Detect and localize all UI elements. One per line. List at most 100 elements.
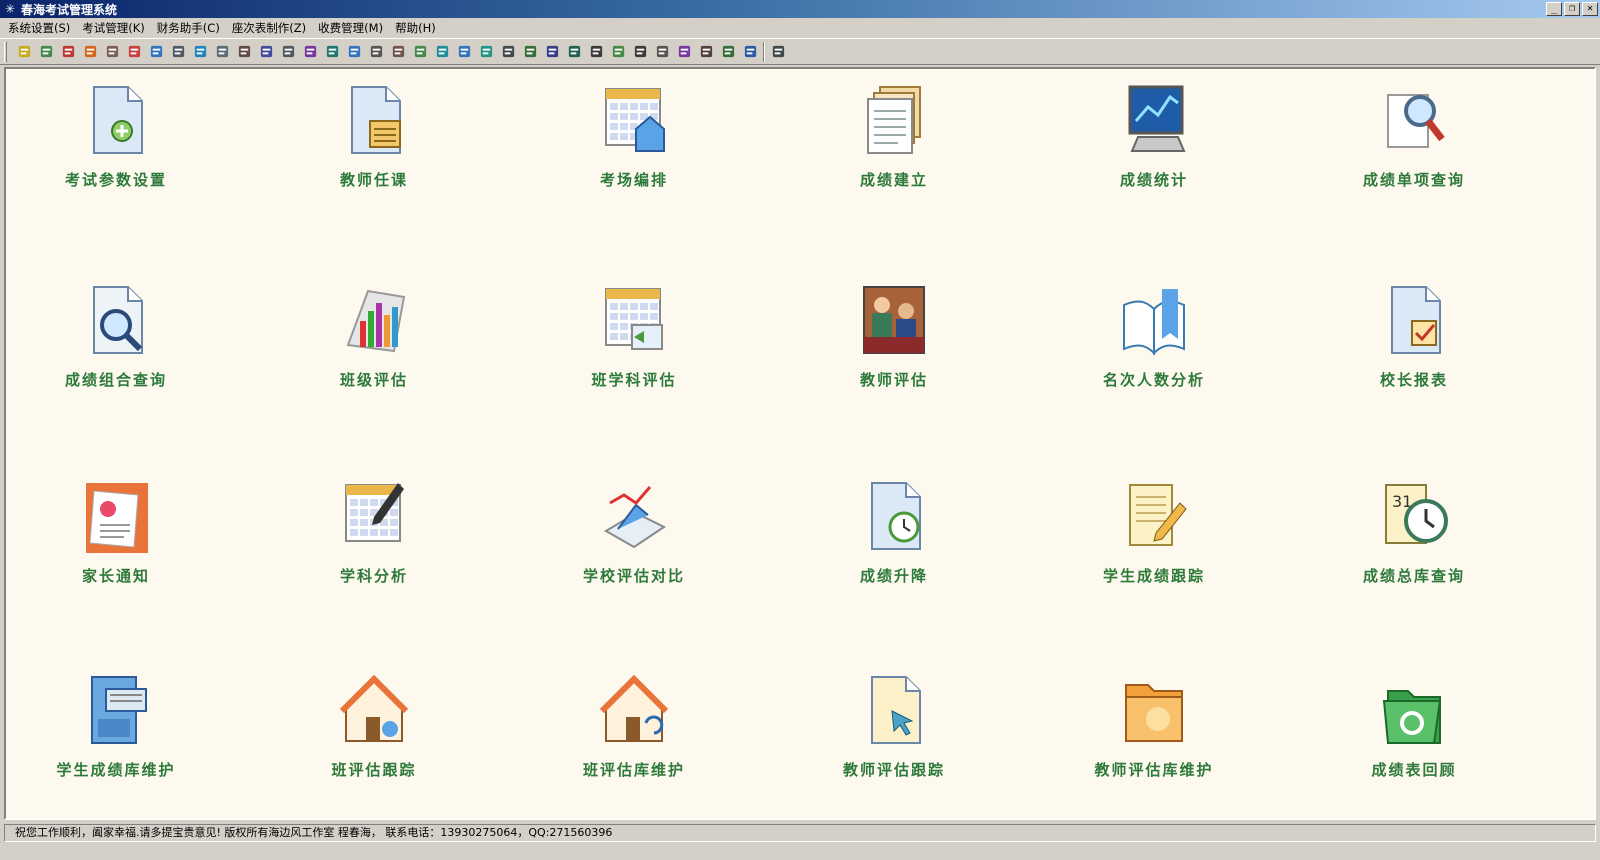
- lines-icon[interactable]: [629, 41, 651, 63]
- calculator-icon[interactable]: [717, 41, 739, 63]
- tile-label: 考试参数设置: [64, 171, 167, 189]
- menu-item-1[interactable]: 考试管理(K): [76, 20, 151, 36]
- search-icon[interactable]: [519, 41, 541, 63]
- magnify-icon[interactable]: [211, 41, 233, 63]
- tile-label: 考场编排: [599, 171, 668, 189]
- doc-settings-icon: [80, 81, 152, 159]
- person-search-icon[interactable]: [101, 41, 123, 63]
- export-icon[interactable]: [431, 41, 453, 63]
- form-icon[interactable]: [651, 41, 673, 63]
- toolbar: [0, 38, 1600, 65]
- scissors-icon[interactable]: [57, 41, 79, 63]
- check-doc-icon[interactable]: [607, 41, 629, 63]
- title-bar: ✳ 春海考试管理系统 _ ❐ ✕: [0, 0, 1600, 18]
- spreadsheet-icon[interactable]: [541, 41, 563, 63]
- tile-19[interactable]: 班评估跟踪: [264, 671, 484, 801]
- app-star-icon: ✳: [4, 2, 16, 16]
- tile-label: 成绩单项查询: [1362, 171, 1465, 189]
- line-chart-icon[interactable]: [299, 41, 321, 63]
- house-refresh-icon: [598, 671, 670, 749]
- target-icon[interactable]: [739, 41, 761, 63]
- orange-folder-icon: [1118, 671, 1190, 749]
- edit-icon[interactable]: [145, 41, 167, 63]
- doc-lens-icon: [80, 281, 152, 359]
- grid-doc-icon[interactable]: [233, 41, 255, 63]
- tile-10[interactable]: 名次人数分析: [1044, 281, 1264, 411]
- toolbar-grip[interactable]: [4, 41, 7, 62]
- tile-0[interactable]: 考试参数设置: [6, 81, 226, 211]
- menu-item-0[interactable]: 系统设置(S): [2, 20, 76, 36]
- tile-15[interactable]: 成绩升降: [784, 477, 1004, 607]
- line-chart-3d-icon: [598, 477, 670, 555]
- tile-label: 成绩总库查询: [1362, 567, 1465, 585]
- close-button[interactable]: ✕: [1582, 2, 1598, 16]
- tile-9[interactable]: 教师评估: [784, 281, 1004, 411]
- tile-20[interactable]: 班评估库维护: [524, 671, 744, 801]
- menu-item-2[interactable]: 财务助手(C): [151, 20, 226, 36]
- tile-16[interactable]: 学生成绩跟踪: [1044, 477, 1264, 607]
- calendar-clock-icon: 31: [1378, 477, 1450, 555]
- exit-door-icon[interactable]: [767, 41, 789, 63]
- align-icon[interactable]: [585, 41, 607, 63]
- list-icon[interactable]: [365, 41, 387, 63]
- pages-icon[interactable]: [387, 41, 409, 63]
- tile-label: 班评估跟踪: [331, 761, 417, 779]
- key-icon[interactable]: [13, 41, 35, 63]
- tile-1[interactable]: 教师任课: [264, 81, 484, 211]
- menu-item-3[interactable]: 座次表制作(Z): [226, 20, 312, 36]
- window-title: 春海考试管理系统: [21, 2, 118, 17]
- report-icon[interactable]: [167, 41, 189, 63]
- minimize-button[interactable]: _: [1546, 2, 1562, 16]
- tile-5[interactable]: 成绩单项查询: [1304, 81, 1524, 211]
- chart-icon[interactable]: [343, 41, 365, 63]
- tile-label: 学生成绩库维护: [56, 761, 176, 779]
- shield-icon[interactable]: [123, 41, 145, 63]
- bar-chart-icon[interactable]: [409, 41, 431, 63]
- tile-2[interactable]: 考场编排: [524, 81, 744, 211]
- doc-cursor-icon: [858, 671, 930, 749]
- database-icon[interactable]: [475, 41, 497, 63]
- tile-3[interactable]: 成绩建立: [784, 81, 1004, 211]
- restore-button[interactable]: ❐: [1564, 2, 1580, 16]
- book-icon[interactable]: [673, 41, 695, 63]
- tile-11[interactable]: 校长报表: [1304, 281, 1524, 411]
- tile-21[interactable]: 教师评估跟踪: [784, 671, 1004, 801]
- tile-label: 家长通知: [81, 567, 150, 585]
- doc-magnifier-icon: [1378, 81, 1450, 159]
- tile-14[interactable]: 学校评估对比: [524, 477, 744, 607]
- tile-label: 教师评估: [859, 371, 928, 389]
- tile-13[interactable]: 学科分析: [264, 477, 484, 607]
- import-icon[interactable]: [453, 41, 475, 63]
- window-controls: _ ❐ ✕: [1546, 2, 1598, 16]
- tile-12[interactable]: 家长通知: [6, 477, 226, 607]
- tile-18[interactable]: 学生成绩库维护: [6, 671, 226, 801]
- zoom-doc-icon[interactable]: [189, 41, 211, 63]
- copy-icon[interactable]: [321, 41, 343, 63]
- tile-8[interactable]: 班学科评估: [524, 281, 744, 411]
- tile-label: 教师任课: [339, 171, 408, 189]
- tile-label: 学科分析: [339, 567, 408, 585]
- disc-icon[interactable]: [563, 41, 585, 63]
- tile-17[interactable]: 31 成绩总库查询: [1304, 477, 1524, 607]
- menu-item-4[interactable]: 收费管理(M): [312, 20, 389, 36]
- tile-23[interactable]: 成绩表回顾: [1304, 671, 1524, 801]
- tile-4[interactable]: 成绩统计: [1044, 81, 1264, 211]
- image-icon[interactable]: [35, 41, 57, 63]
- tile-7[interactable]: 班级评估: [264, 281, 484, 411]
- letter-seal-icon: [80, 477, 152, 555]
- dots-grid-icon[interactable]: [497, 41, 519, 63]
- columns-icon[interactable]: [255, 41, 277, 63]
- doc-check-icon: [1378, 281, 1450, 359]
- camera-icon[interactable]: [695, 41, 717, 63]
- tile-22[interactable]: 教师评估库维护: [1044, 671, 1264, 801]
- folder-open-icon[interactable]: [79, 41, 101, 63]
- tile-label: 成绩建立: [859, 171, 928, 189]
- doc-stack-icon: [858, 81, 930, 159]
- menu-item-5[interactable]: 帮助(H): [389, 20, 442, 36]
- menu-bar: 系统设置(S) 考试管理(K) 财务助手(C) 座次表制作(Z) 收费管理(M) 帮助(H…: [0, 18, 1600, 38]
- tile-6[interactable]: 成绩组合查询: [6, 281, 226, 411]
- status-bar: 祝您工作顺利，阖家幸福.请多提宝贵意见! 版权所有海边风工作室 程春海， 联系电…: [0, 822, 1600, 860]
- tile-label: 学生成绩跟踪: [1102, 567, 1205, 585]
- table-icon[interactable]: [277, 41, 299, 63]
- function-panel: 考试参数设置 教师任课 考场编排 成绩建立 成绩统计 成绩单项查询成绩组合查询 班级评估 班学…: [4, 67, 1596, 820]
